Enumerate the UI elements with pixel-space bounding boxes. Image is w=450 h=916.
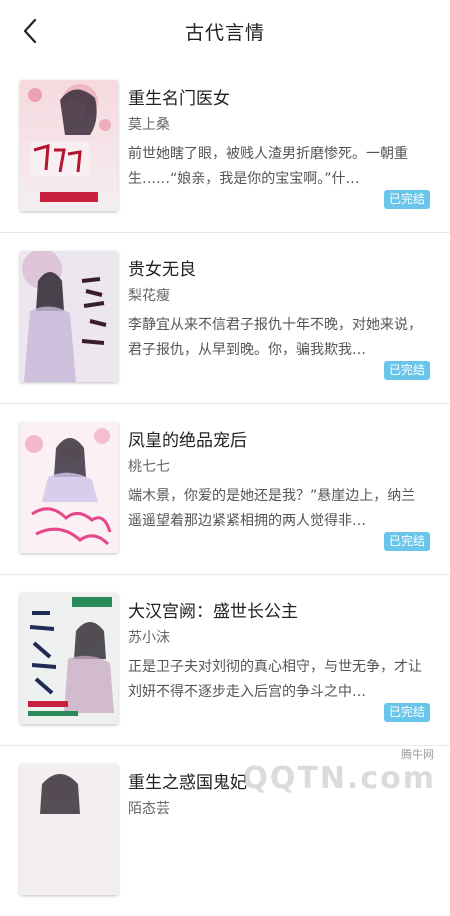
book-author: 莫上桑 (128, 117, 170, 133)
status-badge: 已完结 (383, 703, 430, 722)
status-badge: 已完结 (383, 190, 430, 209)
book-title[interactable]: 重生之惑国鬼妃 (128, 768, 247, 793)
book-cover[interactable] (20, 422, 118, 553)
book-title[interactable]: 贵女无良 (128, 255, 196, 280)
book-cover[interactable] (20, 251, 118, 382)
page-title: 古代言情 (184, 22, 265, 44)
book-cover[interactable] (20, 764, 118, 895)
header-bar: 古代言情 (0, 0, 450, 62)
book-item[interactable]: 重生之惑国鬼妃 陌态芸 (0, 746, 450, 916)
book-item[interactable]: 贵女无良 梨花瘦 李静宜从来不信君子报仇十年不晚，对她来说，君子报仇，从早到晚。… (0, 233, 450, 404)
book-item[interactable]: 重生名门医女 莫上桑 前世她瞎了眼，被贱人渣男折磨惨死。一朝重生……“娘亲，我是… (0, 62, 450, 233)
book-title[interactable]: 大汉宫阙：盛世长公主 (128, 597, 298, 622)
book-author: 桃七七 (128, 459, 170, 475)
book-description: 李静宜从来不信君子报仇十年不晚，对她来说，君子报仇，从早到晚。你，骗我欺我… (128, 317, 422, 358)
book-cover[interactable] (20, 80, 118, 211)
book-author: 梨花瘦 (128, 288, 170, 304)
book-description: 前世她瞎了眼，被贱人渣男折磨惨死。一朝重生……“娘亲，我是你的宝宝啊。”什… (128, 146, 408, 187)
book-item[interactable]: 凤皇的绝品宠后 桃七七 端木景，你爱的是她还是我？”悬崖边上，纳兰遥遥望着那边紧… (0, 404, 450, 575)
status-badge: 已完结 (383, 532, 430, 551)
book-list: 重生名门医女 莫上桑 前世她瞎了眼，被贱人渣男折磨惨死。一朝重生……“娘亲，我是… (0, 62, 450, 916)
status-badge: 已完结 (383, 361, 430, 380)
book-cover[interactable] (20, 593, 118, 724)
book-description: 端木景，你爱的是她还是我？”悬崖边上，纳兰遥遥望着那边紧紧相拥的两人觉得非… (128, 488, 416, 529)
book-title[interactable]: 重生名门医女 (128, 84, 230, 109)
book-title[interactable]: 凤皇的绝品宠后 (128, 426, 247, 451)
book-author: 陌态芸 (128, 801, 170, 817)
book-item[interactable]: 大汉宫阙：盛世长公主 苏小沫 正是卫子夫对刘彻的真心相守，与世无争，才让刘妍不得… (0, 575, 450, 746)
book-author: 苏小沫 (128, 630, 170, 646)
book-description: 正是卫子夫对刘彻的真心相守，与世无争，才让刘妍不得不逐步走入后宫的争斗之中… (128, 659, 422, 700)
